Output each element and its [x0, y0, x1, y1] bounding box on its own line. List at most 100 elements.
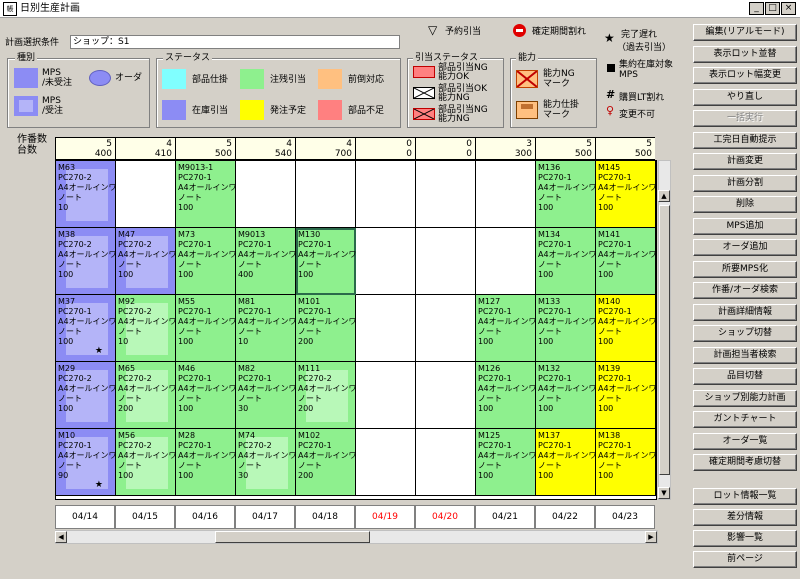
order-list-button[interactable]: オーダ一覧 [693, 432, 797, 450]
plan-lot-cell[interactable]: M125 PC270-1 A4オールインワン ノート 100 [476, 429, 536, 496]
planner-search-button[interactable]: 計画担当者検索 [693, 346, 797, 364]
plan-lot-cell[interactable]: M9013-1 PC270-1 A4オールインワン ノート 100 [176, 161, 236, 228]
plan-lot-cell[interactable]: M127 PC270-1 A4オールインワン ノート 100 [476, 295, 536, 362]
scroll-up-arrow[interactable]: ▲ [658, 190, 670, 202]
confirmed-period-toggle-button[interactable]: 確定期間考慮切替 [693, 454, 797, 471]
empty-plan-cell[interactable] [416, 429, 476, 496]
empty-plan-cell[interactable] [476, 228, 536, 295]
plan-lot-cell[interactable]: M73 PC270-1 A4オールインワン ノート 100 [176, 228, 236, 295]
plan-lot-cell[interactable]: M29 PC270-2 A4オールインワン ノート 100 [56, 362, 116, 429]
scroll-right-arrow[interactable]: ▶ [645, 531, 657, 543]
prev-page-button[interactable]: 前ページ [693, 551, 797, 568]
empty-plan-cell[interactable] [236, 161, 296, 228]
empty-plan-cell[interactable] [416, 228, 476, 295]
plan-detail-button[interactable]: 計画詳細情報 [693, 303, 797, 321]
no-entry-icon [513, 24, 526, 37]
plan-lot-cell[interactable]: M38 PC270-2 A4オールインワン ノート 100 [56, 228, 116, 295]
empty-plan-cell[interactable] [356, 429, 416, 496]
plan-lot-cell[interactable]: M92 PC270-2 A4オールインワン ノート 10 [116, 295, 176, 362]
plan-lot-cell[interactable]: M82 PC270-1 A4オールインワン ノート 30 [236, 362, 296, 429]
column-header: 00 [355, 137, 415, 160]
scroll-left-arrow[interactable]: ◀ [55, 531, 67, 543]
plan-lot-cell[interactable]: M136 PC270-1 A4オールインワン ノート 100 [536, 161, 596, 228]
plan-lot-cell[interactable]: M28 PC270-1 A4オールインワン ノート 100 [176, 429, 236, 496]
item-switch-button[interactable]: 品目切替 [693, 368, 797, 385]
empty-plan-cell[interactable] [356, 228, 416, 295]
redo-button[interactable]: やり直し [693, 88, 797, 106]
vertical-scroll-thumb[interactable] [659, 205, 670, 475]
lot-info-list-button[interactable]: ロット情報一覧 [693, 488, 797, 505]
plan-split-button[interactable]: 計画分割 [693, 174, 797, 192]
plan-lot-cell[interactable]: M37 PC270-1 A4オールインワン ノート 100★ [56, 295, 116, 362]
reserve-legend-label: 予約引当 [445, 27, 482, 37]
advance-label: 前倒対応 [348, 75, 385, 85]
maximize-button[interactable]: □ [765, 2, 780, 15]
plan-condition-field[interactable]: ショップ：S1 [70, 35, 400, 49]
capacity-wip-icon [516, 101, 538, 119]
plan-lot-cell[interactable]: M134 PC270-1 A4オールインワン ノート 100 [536, 228, 596, 295]
plan-lot-cell[interactable]: M133 PC270-1 A4オールインワン ノート 100 [536, 295, 596, 362]
empty-plan-cell[interactable] [416, 295, 476, 362]
plan-lot-cell[interactable]: M137 PC270-1 A4オールインワン ノート 100 [536, 429, 596, 496]
empty-plan-cell[interactable] [356, 161, 416, 228]
close-button[interactable]: × [781, 2, 796, 15]
plan-lot-cell[interactable]: M140 PC270-1 A4オールインワン ノート 100 [596, 295, 656, 362]
plan-lot-cell[interactable]: M10 PC270-1 A4オールインワン ノート 90★ [56, 429, 116, 496]
empty-plan-cell[interactable] [296, 161, 356, 228]
plan-lot-cell[interactable]: M55 PC270-1 A4オールインワン ノート 100 [176, 295, 236, 362]
empty-plan-cell[interactable] [116, 161, 176, 228]
plan-lot-cell[interactable]: M101 PC270-1 A4オールインワン ノート 200 [296, 295, 356, 362]
batch-execute-button[interactable]: 一括実行 [693, 110, 797, 127]
plan-lot-cell[interactable]: M139 PC270-1 A4オールインワン ノート 100 [596, 362, 656, 429]
required-mps-button[interactable]: 所要MPS化 [693, 260, 797, 278]
date-cell: 04/16 [175, 505, 235, 529]
horizontal-scroll-thumb[interactable] [215, 531, 370, 543]
diff-info-button[interactable]: 差分情報 [693, 509, 797, 526]
plan-lot-cell[interactable]: M81 PC270-1 A4オールインワン ノート 10 [236, 295, 296, 362]
impact-list-button[interactable]: 影響一覧 [693, 530, 797, 547]
plan-lot-cell[interactable]: M63 PC270-2 A4オールインワン ノート 10 [56, 161, 116, 228]
plan-lot-cell[interactable]: M145 PC270-1 A4オールインワン ノート 100 [596, 161, 656, 228]
key-icon: ♀ [606, 104, 615, 117]
plan-lot-cell[interactable]: M126 PC270-1 A4オールインワン ノート 100 [476, 362, 536, 429]
lot-sort-button[interactable]: 表示ロット並替 [693, 45, 797, 63]
scroll-down-arrow[interactable]: ▼ [658, 487, 670, 499]
minimize-button[interactable]: _ [749, 2, 764, 15]
plan-lot-cell[interactable]: M47 PC270-2 A4オールインワン ノート 100 [116, 228, 176, 295]
empty-plan-cell[interactable] [356, 362, 416, 429]
auto-completion-date-button[interactable]: 工完日自動提示 [693, 131, 797, 149]
capacity-ng-label: 能力NG マーク [543, 69, 575, 89]
plan-lot-cell[interactable]: M130 PC270-1 A4オールインワン ノート 100 [296, 228, 356, 295]
plan-lot-cell[interactable]: M56 PC270-2 A4オールインワン ノート 100 [116, 429, 176, 496]
empty-plan-cell[interactable] [416, 362, 476, 429]
order-search-button[interactable]: 作番/オーダ検索 [693, 282, 797, 299]
empty-plan-cell[interactable] [416, 161, 476, 228]
plan-lot-cell[interactable]: M141 PC270-1 A4オールインワン ノート 100 [596, 228, 656, 295]
gantt-chart-button[interactable]: ガントチャート [693, 411, 797, 428]
delete-button[interactable]: 削除 [693, 196, 797, 213]
plan-change-button[interactable]: 計画変更 [693, 153, 797, 170]
plan-lot-cell[interactable]: M138 PC270-1 A4オールインワン ノート 100 [596, 429, 656, 496]
empty-plan-cell[interactable] [476, 161, 536, 228]
lot-width-button[interactable]: 表示ロット幅変更 [693, 67, 797, 84]
plan-lot-cell[interactable]: M132 PC270-1 A4オールインワン ノート 100 [536, 362, 596, 429]
column-header: 4 410 [115, 137, 175, 160]
shop-switch-button[interactable]: ショップ切替 [693, 325, 797, 342]
mps-add-button[interactable]: MPS追加 [693, 217, 797, 235]
plan-lot-cell[interactable]: M65 PC270-2 A4オールインワン ノート 200 [116, 362, 176, 429]
edit-realmode-button[interactable]: 編集(リアルモード) [693, 24, 797, 41]
parts-wip-swatch [162, 69, 186, 89]
window-title: 日別生産計画 [20, 3, 80, 14]
shop-capacity-plan-button[interactable]: ショップ別能力計画 [693, 389, 797, 407]
plan-lot-cell[interactable]: M46 PC270-1 A4オールインワン ノート 100 [176, 362, 236, 429]
kind-panel-title: 種別 [15, 53, 38, 63]
plan-lot-cell[interactable]: M102 PC270-1 A4オールインワン ノート 200 [296, 429, 356, 496]
lot-text: M145 PC270-1 A4オールインワン ノート 100 [598, 163, 656, 212]
order-add-button[interactable]: オーダ追加 [693, 239, 797, 256]
plan-lot-cell[interactable]: M111 PC270-2 A4オールインワン ノート 200 [296, 362, 356, 429]
plan-lot-cell[interactable]: M9013 PC270-1 A4オールインワン ノート 400 [236, 228, 296, 295]
plan-lot-cell[interactable]: M74 PC270-2 A4オールインワン ノート 30 [236, 429, 296, 496]
alloc-ng-ok-label: 部品引当NG 能力OK [438, 63, 488, 82]
date-cell: 04/20 [415, 505, 475, 529]
empty-plan-cell[interactable] [356, 295, 416, 362]
